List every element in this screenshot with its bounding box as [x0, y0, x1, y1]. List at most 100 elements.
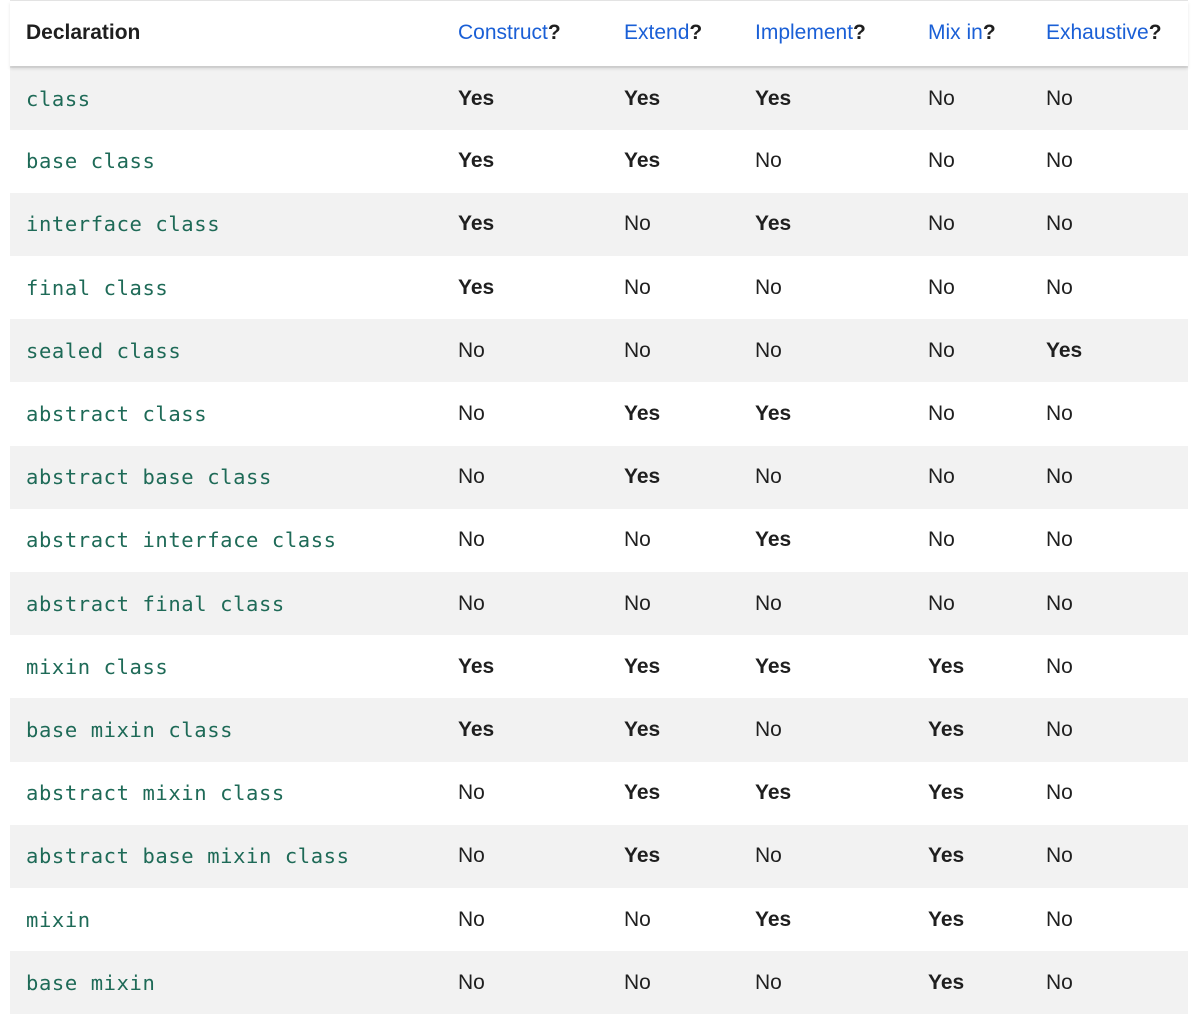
- header-extend-suffix: ?: [689, 21, 703, 45]
- table-row: base class Yes Yes No No No: [10, 129, 1188, 193]
- implement-cell: No: [755, 465, 782, 489]
- header-implement: Implement?: [755, 0, 928, 68]
- implement-cell: No: [755, 717, 782, 741]
- mix-in-cell: No: [928, 465, 955, 489]
- header-declaration: Declaration: [10, 0, 458, 68]
- implement-cell: No: [755, 591, 782, 615]
- implement-cell: No: [755, 970, 782, 994]
- construct-cell: No: [458, 338, 485, 362]
- mix-in-cell: No: [928, 338, 955, 362]
- table-row: abstract final class No No No No No: [10, 572, 1188, 636]
- construct-cell: No: [458, 781, 485, 805]
- table-row: base mixin class Yes Yes No Yes No: [10, 698, 1188, 762]
- header-row: Declaration Construct? Extend? Implement…: [10, 0, 1188, 68]
- header-exhaustive: Exhaustive?: [1046, 0, 1188, 68]
- extend-cell: No: [624, 212, 651, 236]
- exhaustive-cell: No: [1046, 717, 1073, 741]
- mix-in-cell: No: [928, 212, 955, 236]
- header-implement-link[interactable]: Implement: [755, 21, 853, 44]
- class-modifiers-table-container: Declaration Construct? Extend? Implement…: [10, 0, 1188, 1015]
- header-mix-in-suffix: ?: [982, 21, 996, 45]
- implement-cell: No: [755, 275, 782, 299]
- table-row: sealed class No No No No Yes: [10, 319, 1188, 383]
- table-row: base mixin No No No Yes No: [10, 951, 1188, 1015]
- extend-cell: Yes: [624, 844, 661, 868]
- declaration-cell: abstract base mixin class: [26, 844, 350, 869]
- declaration-cell: class: [26, 86, 91, 111]
- construct-cell: No: [458, 907, 485, 931]
- header-exhaustive-suffix: ?: [1148, 21, 1162, 45]
- exhaustive-cell: No: [1046, 654, 1073, 678]
- header-extend-link[interactable]: Extend: [624, 21, 689, 44]
- implement-cell: Yes: [755, 212, 792, 236]
- declaration-cell: final class: [26, 275, 169, 300]
- construct-cell: No: [458, 465, 485, 489]
- header-construct-link[interactable]: Construct: [458, 21, 548, 44]
- mix-in-cell: No: [928, 528, 955, 552]
- table-row: abstract base mixin class No Yes No Yes No: [10, 824, 1188, 888]
- declaration-cell: abstract class: [26, 402, 208, 427]
- header-mix-in-link[interactable]: Mix in: [928, 21, 983, 44]
- construct-cell: Yes: [458, 654, 495, 678]
- exhaustive-cell: No: [1046, 528, 1073, 552]
- implement-cell: No: [755, 149, 782, 173]
- construct-cell: No: [458, 591, 485, 615]
- extend-cell: No: [624, 528, 651, 552]
- implement-cell: Yes: [755, 402, 792, 426]
- table-row: abstract mixin class No Yes Yes Yes No: [10, 761, 1188, 825]
- table-row: mixin class Yes Yes Yes Yes No: [10, 635, 1188, 699]
- mix-in-cell: No: [928, 402, 955, 426]
- extend-cell: Yes: [624, 654, 661, 678]
- exhaustive-cell: No: [1046, 465, 1073, 489]
- implement-cell: Yes: [755, 781, 792, 805]
- header-construct-suffix: ?: [547, 21, 561, 45]
- exhaustive-cell: No: [1046, 844, 1073, 868]
- implement-cell: Yes: [755, 86, 792, 110]
- declaration-cell: sealed class: [26, 338, 182, 363]
- mix-in-cell: No: [928, 86, 955, 110]
- mix-in-cell: No: [928, 149, 955, 173]
- construct-cell: No: [458, 970, 485, 994]
- declaration-cell: mixin class: [26, 654, 169, 679]
- exhaustive-cell: No: [1046, 149, 1073, 173]
- exhaustive-cell: No: [1046, 212, 1073, 236]
- declaration-cell: base class: [26, 149, 156, 174]
- class-modifiers-table: Declaration Construct? Extend? Implement…: [10, 0, 1188, 1015]
- table-row: final class Yes No No No No: [10, 256, 1188, 320]
- construct-cell: No: [458, 844, 485, 868]
- declaration-cell: base mixin: [26, 970, 156, 995]
- table-row: mixin No No Yes Yes No: [10, 887, 1188, 952]
- construct-cell: Yes: [458, 275, 495, 299]
- construct-cell: Yes: [458, 149, 495, 173]
- implement-cell: Yes: [755, 528, 792, 552]
- declaration-cell: abstract interface class: [26, 528, 337, 553]
- extend-cell: No: [624, 338, 651, 362]
- construct-cell: No: [458, 528, 485, 552]
- extend-cell: Yes: [624, 402, 661, 426]
- header-extend: Extend?: [624, 0, 755, 68]
- table-row: class Yes Yes Yes No No: [10, 66, 1188, 130]
- mix-in-cell: Yes: [928, 970, 965, 994]
- header-implement-suffix: ?: [853, 21, 866, 45]
- exhaustive-cell: No: [1046, 402, 1073, 426]
- implement-cell: Yes: [755, 907, 792, 931]
- header-declaration-label: Declaration: [26, 21, 141, 45]
- extend-cell: Yes: [624, 149, 661, 173]
- extend-cell: Yes: [624, 781, 661, 805]
- extend-cell: Yes: [624, 717, 661, 741]
- table-row: abstract base class No Yes No No No: [10, 445, 1188, 509]
- mix-in-cell: No: [928, 275, 955, 299]
- construct-cell: Yes: [458, 86, 495, 110]
- extend-cell: Yes: [624, 86, 661, 110]
- exhaustive-cell: No: [1046, 907, 1073, 931]
- exhaustive-cell: No: [1046, 970, 1073, 994]
- construct-cell: No: [458, 402, 485, 426]
- header-construct: Construct?: [458, 0, 624, 68]
- exhaustive-cell: No: [1046, 781, 1073, 805]
- extend-cell: No: [624, 591, 651, 615]
- header-exhaustive-link[interactable]: Exhaustive: [1046, 21, 1149, 44]
- declaration-cell: abstract base class: [26, 465, 272, 490]
- declaration-cell: mixin: [26, 907, 91, 932]
- table-row: abstract class No Yes Yes No No: [10, 382, 1188, 446]
- declaration-cell: abstract final class: [26, 591, 285, 616]
